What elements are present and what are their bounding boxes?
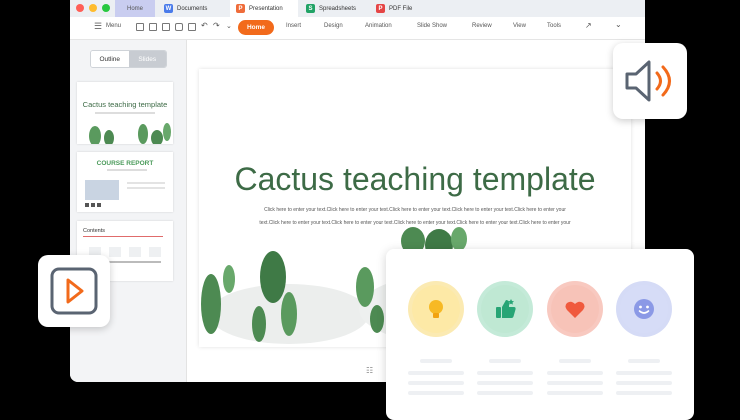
outline-toggle[interactable]: Outline: [91, 51, 129, 67]
feature-caption-line: [408, 381, 464, 385]
feature-caption-line: [477, 391, 533, 395]
speaker-icon: [625, 60, 671, 102]
share-icon[interactable]: ↗: [585, 21, 592, 30]
menu-button[interactable]: Menu: [106, 23, 121, 29]
chevron-down-icon[interactable]: ⌄: [226, 22, 232, 30]
ribbon-tab-design[interactable]: Design: [324, 23, 343, 29]
undo-icon[interactable]: ↶: [201, 21, 208, 30]
tab-spreadsheets[interactable]: S Spreadsheets: [300, 0, 370, 17]
close-window-button[interactable]: [76, 4, 84, 12]
feature-thumbs-up[interactable]: [477, 281, 533, 337]
thumbnail-divider: [83, 236, 163, 237]
feature-caption-line: [477, 371, 533, 375]
thumbnail-bullet: [91, 203, 95, 207]
feature-caption-line: [628, 359, 660, 363]
feature-caption-line: [559, 359, 591, 363]
feature-caption-line: [489, 359, 521, 363]
slides-panel: Outline Slides Cactus teaching template …: [70, 40, 187, 382]
feature-caption-line: [477, 381, 533, 385]
thumbnail-text-line: [95, 112, 155, 114]
ribbon-tab-view[interactable]: View: [513, 23, 526, 29]
feature-smiley[interactable]: [616, 281, 672, 337]
thumbs-up-icon: [496, 299, 516, 318]
slides-toggle[interactable]: Slides: [128, 51, 166, 67]
thumbnail-title: Cactus teaching template: [82, 100, 168, 109]
tab-documents[interactable]: W Documents: [158, 0, 228, 17]
audio-feature-card[interactable]: [613, 43, 687, 119]
thumbnail-item: [109, 247, 121, 257]
tab-home[interactable]: Home: [115, 0, 155, 17]
thumbnail-title: Contents: [83, 228, 106, 234]
redo-icon[interactable]: ↷: [213, 21, 220, 30]
play-icon: [50, 267, 98, 315]
slide-title[interactable]: Cactus teaching template: [199, 161, 631, 198]
print-icon[interactable]: [175, 23, 183, 31]
ribbon-tab-review[interactable]: Review: [472, 23, 492, 29]
feature-caption-line: [420, 359, 452, 363]
thumbnail-title: COURSE REPORT: [96, 160, 154, 167]
feature-heart[interactable]: [547, 281, 603, 337]
thumbnail-text-line: [127, 187, 165, 189]
ribbon-toolbar: ☰ Menu ↶ ↷ ⌄ Home Insert Design Animatio…: [70, 17, 645, 40]
slide-body-line-1[interactable]: Click here to enter your text.Click here…: [237, 207, 593, 213]
thumbnail-item: [149, 247, 161, 257]
minimize-window-button[interactable]: [89, 4, 97, 12]
preview-icon[interactable]: [188, 23, 196, 31]
thumbnail-photo: [85, 180, 119, 200]
heart-icon: [565, 301, 585, 318]
thumbnail-text-line: [107, 169, 147, 171]
thumbnail-text-line: [127, 182, 165, 184]
export-icon[interactable]: [162, 23, 170, 31]
pdf-icon: P: [376, 4, 385, 13]
maximize-window-button[interactable]: [102, 4, 110, 12]
tab-presentation[interactable]: P Presentation: [230, 0, 298, 17]
features-card: [386, 249, 694, 420]
presentation-icon: P: [236, 4, 245, 13]
view-toggle: Outline Slides: [90, 50, 167, 68]
ribbon-tab-tools[interactable]: Tools: [547, 23, 561, 29]
tab-pdf-file[interactable]: P PDF File: [370, 0, 430, 17]
feature-caption-line: [616, 381, 672, 385]
ribbon-tab-slideshow[interactable]: Slide Show: [417, 23, 447, 29]
feature-caption-line: [408, 391, 464, 395]
feature-caption-line: [616, 391, 672, 395]
video-feature-card[interactable]: [38, 255, 110, 327]
ribbon-tab-animation[interactable]: Animation: [365, 23, 392, 29]
feature-caption-line: [547, 391, 603, 395]
feature-lightbulb[interactable]: [408, 281, 464, 337]
ribbon-tab-home[interactable]: Home: [238, 20, 274, 35]
feature-caption-line: [616, 371, 672, 375]
ribbon-tab-insert[interactable]: Insert: [286, 23, 301, 29]
title-bar: Home W Documents P Presentation S Spread…: [70, 0, 645, 17]
open-folder-icon[interactable]: [136, 23, 144, 31]
feature-caption-line: [547, 381, 603, 385]
thumbnail-item: [129, 247, 141, 257]
smiley-icon: [634, 299, 654, 319]
thumbnail-bullet: [97, 203, 101, 207]
lightbulb-icon: [429, 300, 443, 318]
feature-caption-line: [408, 371, 464, 375]
documents-icon: W: [164, 4, 173, 13]
slide-thumbnail-2[interactable]: COURSE REPORT: [77, 152, 173, 212]
slide-thumbnail-1[interactable]: Cactus teaching template: [77, 82, 173, 144]
spreadsheets-icon: S: [306, 4, 315, 13]
save-icon[interactable]: [149, 23, 157, 31]
feature-caption-line: [547, 371, 603, 375]
collapse-chevron-icon[interactable]: ⌄: [615, 20, 622, 29]
notes-icon[interactable]: ☷: [366, 366, 373, 375]
hamburger-icon[interactable]: ☰: [94, 21, 102, 32]
thumbnail-cactus-image: [89, 123, 171, 144]
thumbnail-bullet: [85, 203, 89, 207]
